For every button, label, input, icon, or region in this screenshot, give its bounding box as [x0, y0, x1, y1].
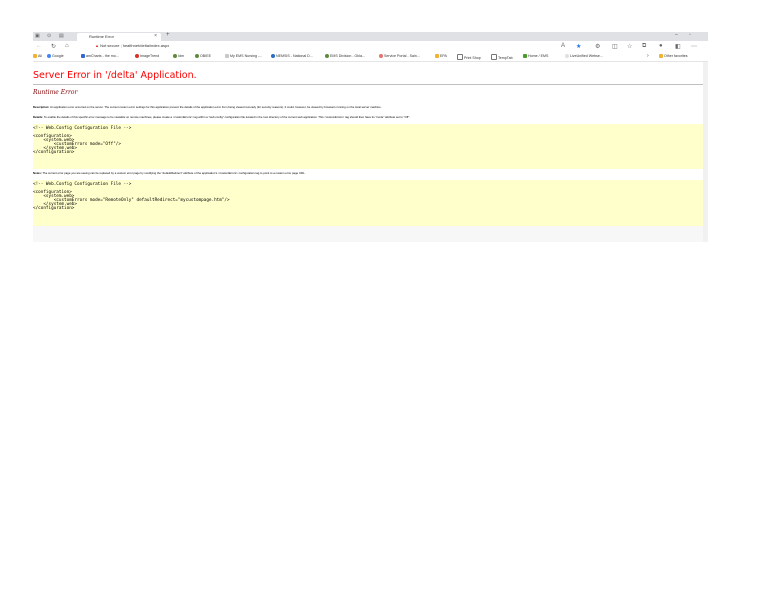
- favorite-print-shop[interactable]: Print Shop: [457, 54, 481, 60]
- favorite-service-portal[interactable]: Service Portal - Sain...: [379, 54, 420, 58]
- home-icon[interactable]: ⌂: [65, 43, 69, 49]
- close-icon[interactable]: ×: [154, 33, 157, 39]
- description-text: An application error occurred on the ser…: [49, 105, 382, 109]
- favorite-ems-division[interactable]: EMS Division - Okla...: [325, 54, 365, 58]
- globe-icon: [173, 54, 177, 58]
- notes-text: The current error page you are seeing ca…: [42, 171, 306, 175]
- code-block-remote: <!-- Web.Config Configuration File --> <…: [33, 180, 703, 227]
- folder-icon: [33, 54, 37, 58]
- url-text: healthnet/delta/index.aspx: [122, 43, 170, 48]
- tab-title: Runtime Error: [89, 34, 114, 39]
- tab-actions-icon[interactable]: ▤: [59, 33, 64, 39]
- nemsis-icon: [271, 54, 275, 58]
- folder-icon: [659, 54, 663, 58]
- favorite-epa[interactable]: EPA: [435, 54, 447, 58]
- details-label: Details:: [33, 115, 44, 119]
- home-ems-icon: [523, 54, 527, 58]
- page-title: Server Error in '/delta' Application.: [33, 70, 197, 81]
- favorite-home-ems[interactable]: Home / EMS: [523, 54, 548, 58]
- error-subtitle: Runtime Error: [33, 89, 78, 96]
- address-input[interactable]: ▲ Not secure | healthnet/delta/index.asp…: [95, 43, 169, 48]
- browser-screenshot: ▣ ⊙ ▤ Runtime Error × + – ▫ ← ↻ ⌂ ▲ Not …: [33, 32, 708, 242]
- document-icon: [457, 54, 463, 60]
- notes-paragraph: Notes: The current error page you are se…: [33, 171, 305, 175]
- tab-strip: ▣ ⊙ ▤ Runtime Error × + – ▫: [33, 32, 708, 41]
- refresh-icon[interactable]: ↻: [51, 43, 56, 50]
- favorite-star-icon[interactable]: ★: [576, 43, 581, 50]
- scrollbar[interactable]: [703, 62, 708, 242]
- favorite-temptab[interactable]: TempTab: [491, 54, 513, 60]
- workspaces-icon[interactable]: ▣: [35, 33, 40, 39]
- split-screen-icon[interactable]: ◫: [612, 43, 618, 50]
- favorite-obiee[interactable]: OBIEE: [195, 54, 211, 58]
- google-icon: [47, 54, 51, 58]
- globe-icon: [195, 54, 199, 58]
- favorite-all[interactable]: All: [33, 54, 42, 58]
- description-label: Description:: [33, 105, 50, 109]
- new-tab-button[interactable]: +: [166, 32, 170, 38]
- minimize-icon[interactable]: –: [675, 32, 678, 38]
- maximize-icon[interactable]: ▫: [689, 32, 691, 38]
- document-icon: [491, 54, 497, 60]
- folder-icon: [435, 54, 439, 58]
- favorite-liveunified[interactable]: LiveUnified Webse...: [565, 54, 603, 58]
- address-bar-row: ← ↻ ⌂ ▲ Not secure | healthnet/delta/ind…: [33, 41, 708, 52]
- read-aloud-icon[interactable]: A: [561, 43, 565, 49]
- imagetrend-icon: [135, 54, 139, 58]
- extensions-icon[interactable]: ⚙: [595, 43, 600, 50]
- favorite-google[interactable]: Google: [47, 54, 64, 58]
- collections-icon[interactable]: ⊙: [47, 33, 51, 39]
- tab-runtime-error[interactable]: Runtime Error ×: [77, 33, 161, 41]
- amcharts-icon: [81, 54, 85, 58]
- warning-icon: ▲: [95, 43, 99, 48]
- favorite-nemsis[interactable]: NEMSIS - National D...: [271, 54, 313, 58]
- favorites-bar: All Google amCharts - the mo... ImageTre…: [33, 52, 708, 62]
- liveunified-icon: [565, 54, 569, 58]
- details-paragraph: Details: To enable the details of this s…: [33, 115, 410, 119]
- description-paragraph: Description: An application error occurr…: [33, 105, 382, 109]
- favorite-other-favorites[interactable]: Other favorites: [659, 54, 688, 58]
- details-text: To enable the details of this specific e…: [43, 115, 411, 119]
- favorite-idm[interactable]: Idm: [173, 54, 184, 58]
- code-block-off: <!-- Web.Config Configuration File --> <…: [33, 124, 703, 169]
- service-portal-icon: [379, 54, 383, 58]
- favorite-imagetrend[interactable]: ImageTrend: [135, 54, 159, 58]
- back-icon[interactable]: ←: [36, 43, 42, 49]
- notes-label: Notes:: [33, 171, 42, 175]
- more-menu-icon[interactable]: ⋯: [691, 43, 697, 50]
- code-off: <!-- Web.Config Configuration File --> <…: [33, 126, 132, 155]
- favorites-icon[interactable]: ☆: [627, 43, 632, 50]
- profile-icon[interactable]: ●: [659, 43, 663, 49]
- copilot-icon[interactable]: ◧: [675, 43, 681, 50]
- security-label: Not secure: [100, 43, 120, 48]
- favorite-amcharts[interactable]: amCharts - the mo...: [81, 54, 119, 58]
- favorite-my-ems-nursing[interactable]: My EMS Nursing -...: [225, 54, 262, 58]
- page-bottom-area: [33, 226, 703, 242]
- globe-icon: [325, 54, 329, 58]
- code-remote: <!-- Web.Config Configuration File --> <…: [33, 182, 230, 211]
- page-icon: [225, 54, 229, 58]
- divider: [33, 84, 703, 85]
- separator: |: [120, 43, 122, 48]
- chevron-right-icon[interactable]: ›: [647, 53, 649, 59]
- collections-toolbar-icon[interactable]: ⧉: [642, 43, 646, 50]
